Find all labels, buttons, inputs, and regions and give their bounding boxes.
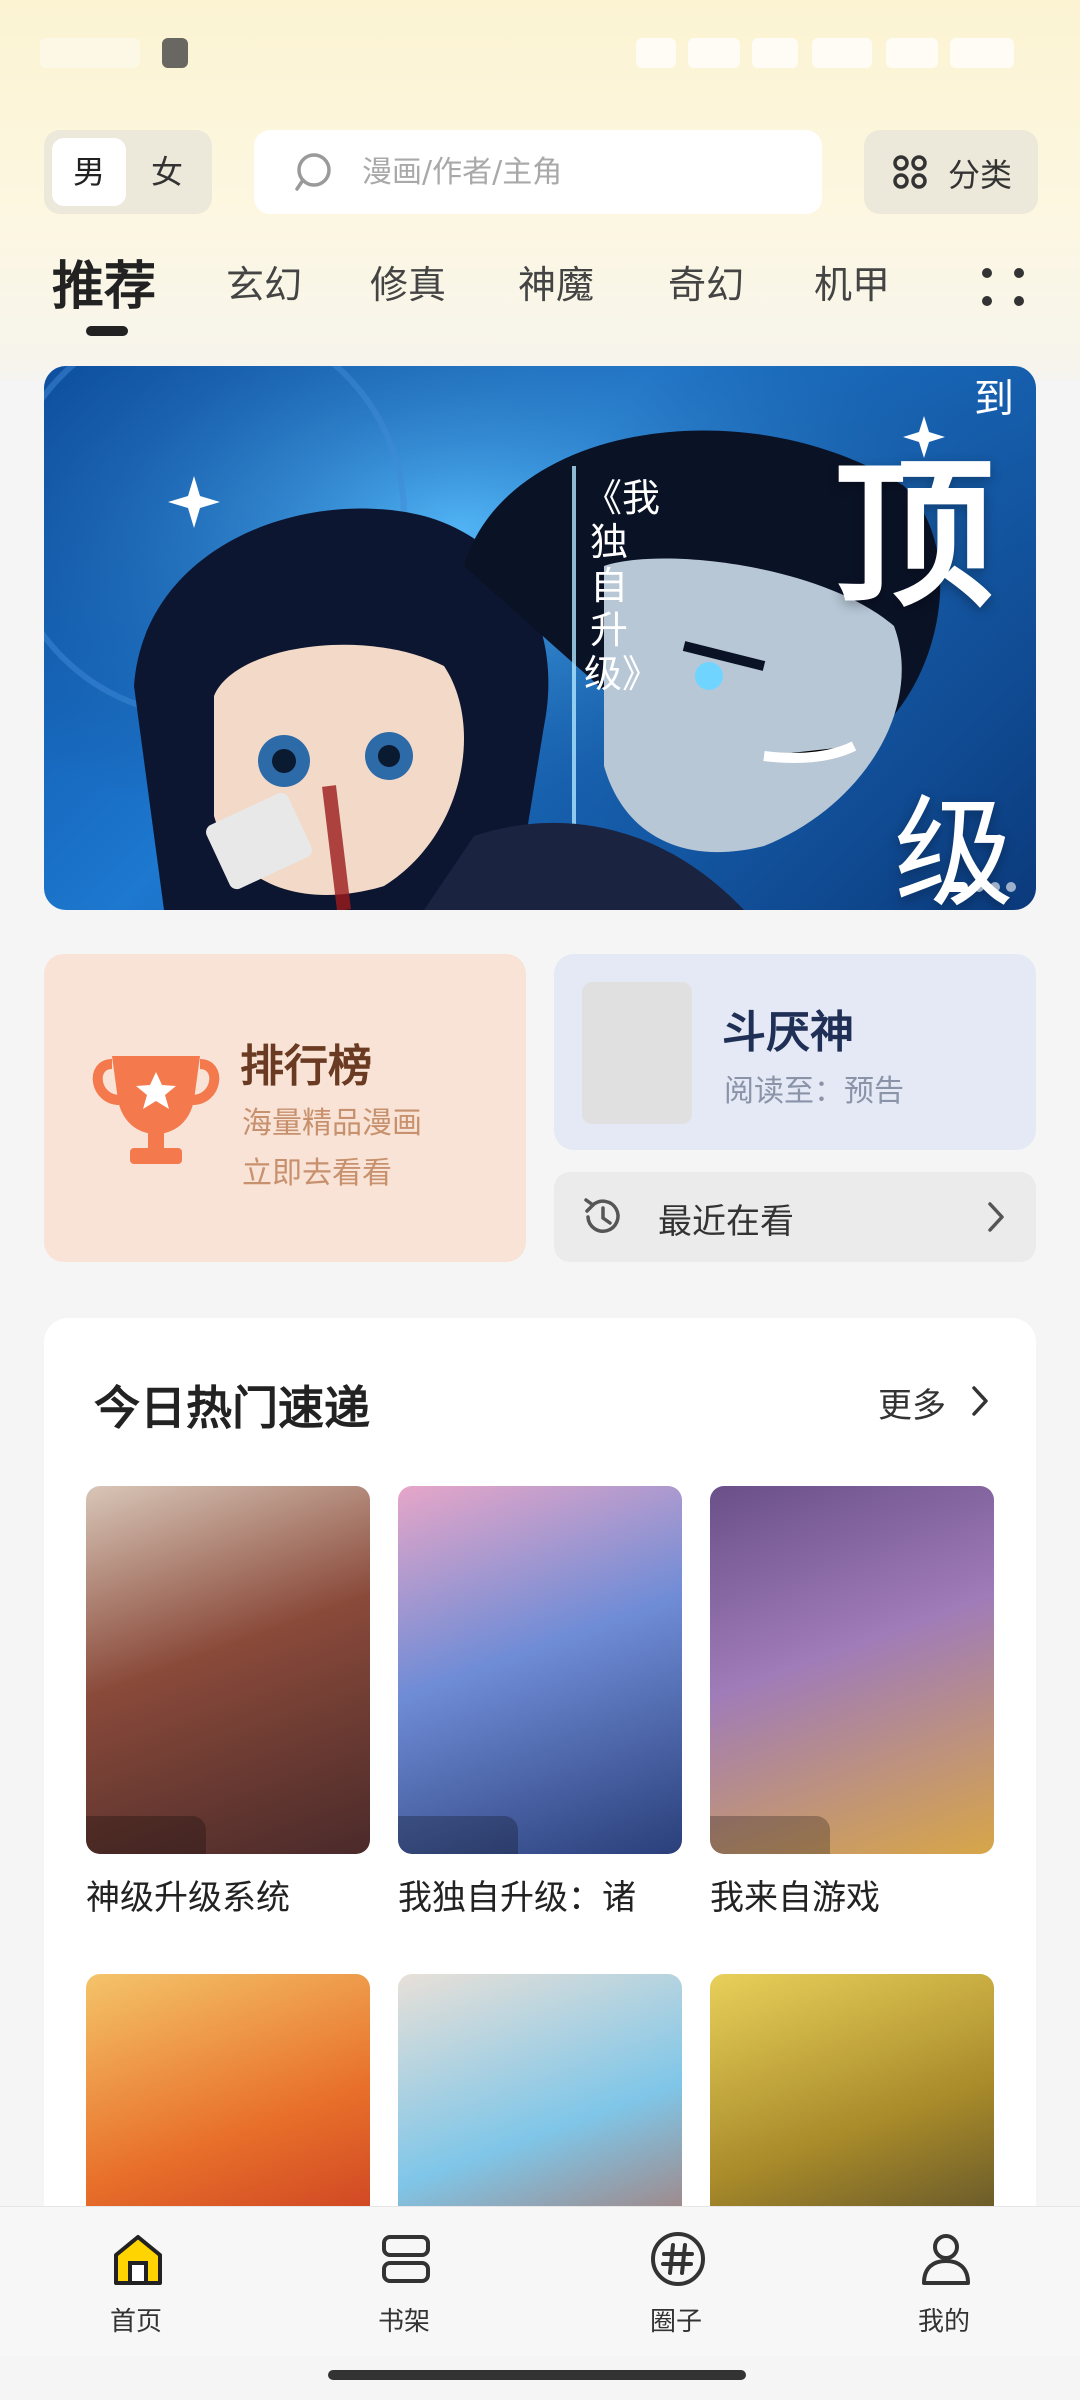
signal2-icon — [886, 38, 938, 68]
nav-circle[interactable]: 圈子 — [596, 2207, 756, 2357]
score-tag — [86, 1816, 206, 1854]
recent-reading-label: 最近在看 — [658, 1202, 794, 1242]
tab-xiuzhen[interactable]: 修真 — [370, 254, 446, 309]
last-read-card[interactable]: 斗厌神 阅读至：预告 — [554, 954, 1036, 1150]
tab-shenmo[interactable]: 神魔 — [518, 254, 594, 309]
promo-banner[interactable]: 《我独自升级》 到 顶 级 — [44, 366, 1036, 910]
notification-icon — [162, 38, 188, 68]
signal-icon — [812, 38, 872, 68]
hot-section-title: 今日热门速递 — [94, 1381, 370, 1435]
score-tag — [398, 1816, 518, 1854]
search-input[interactable] — [362, 142, 802, 202]
carousel-dot — [974, 882, 984, 892]
comic-cover[interactable] — [86, 1486, 370, 1854]
comic-title[interactable]: 我独自升级：诸 — [398, 1870, 688, 1919]
last-read-progress: 阅读至：预告 — [724, 1074, 904, 1109]
grid-icon — [893, 155, 927, 189]
nav-circle-label: 圈子 — [649, 2307, 702, 2337]
carousel-dot — [1006, 882, 1016, 892]
profile-icon — [922, 2234, 970, 2285]
network-speed-icon — [636, 38, 676, 68]
comic-cover[interactable] — [398, 1486, 682, 1854]
tab-recommend[interactable]: 推荐 — [52, 244, 156, 319]
nav-home-label: 首页 — [109, 2307, 162, 2337]
tab-indicator — [86, 326, 128, 336]
hashtag-icon — [651, 2232, 705, 2286]
ranking-title: 排行榜 — [240, 1041, 372, 1092]
nav-profile-label: 我的 — [917, 2307, 970, 2337]
ranking-subtitle-2: 立即去看看 — [242, 1156, 392, 1191]
comic-title[interactable]: 我来自游戏 — [710, 1870, 1000, 1919]
nav-bookshelf-label: 书架 — [377, 2307, 430, 2337]
banner-vertical-title: 《我独自升级》 — [584, 476, 661, 696]
comic-title[interactable]: 神级升级系统 — [86, 1870, 376, 1919]
status-bar — [0, 0, 1080, 110]
tab-xuanhuan[interactable]: 玄幻 — [226, 254, 302, 309]
nav-profile[interactable]: 我的 — [864, 2207, 1024, 2357]
bookshelf-icon — [382, 2235, 430, 2283]
hot-section: 今日热门速递 更多 神级升级系统 我独自升级：诸 我来自游戏 — [44, 1318, 1036, 2342]
more-link[interactable]: 更多 — [878, 1378, 946, 1427]
score-tag — [710, 1816, 830, 1854]
banner-big-char-1: 顶 — [834, 441, 995, 629]
gender-male-button[interactable]: 男 — [52, 138, 126, 206]
genre-tabs: 推荐 玄幻 修真 神魔 奇幻 机甲 — [0, 250, 1080, 340]
home-icon — [114, 2235, 162, 2285]
nav-bookshelf[interactable]: 书架 — [324, 2207, 484, 2357]
history-icon — [584, 1198, 620, 1233]
more-tabs-icon[interactable] — [982, 260, 1028, 312]
search-icon — [295, 153, 331, 191]
comic-cover[interactable] — [710, 1486, 994, 1854]
trophy-icon — [92, 1056, 220, 1164]
home-indicator — [328, 2370, 746, 2380]
gender-switch: 男 女 — [44, 130, 212, 214]
last-read-title: 斗厌神 — [722, 1007, 854, 1058]
tab-jijia[interactable]: 机甲 — [814, 254, 890, 309]
nav-home[interactable]: 首页 — [56, 2207, 216, 2357]
tab-qihuan[interactable]: 奇幻 — [668, 254, 744, 309]
chevron-right-icon[interactable] — [968, 1384, 992, 1418]
gender-female-button[interactable]: 女 — [130, 138, 204, 206]
search-bar[interactable] — [254, 130, 822, 214]
battery-icon — [950, 38, 1014, 68]
recent-reading-button[interactable]: 最近在看 — [554, 1172, 1036, 1262]
last-read-thumbnail — [582, 982, 692, 1124]
ranking-card[interactable]: 排行榜 海量精品漫画 立即去看看 — [44, 954, 526, 1262]
hd-icon — [752, 38, 798, 68]
volte-icon — [688, 38, 740, 68]
carousel-dot — [944, 882, 968, 892]
category-label: 分类 — [948, 156, 1013, 194]
carousel-dot — [990, 882, 1000, 892]
chevron-right-icon — [988, 1202, 1004, 1232]
bottom-navigation: 首页 书架 圈子 我的 — [0, 2206, 1080, 2356]
ranking-subtitle-1: 海量精品漫画 — [242, 1106, 422, 1141]
clock-blur — [40, 38, 140, 68]
carousel-dots — [944, 880, 1024, 894]
category-button[interactable]: 分类 — [864, 130, 1038, 214]
